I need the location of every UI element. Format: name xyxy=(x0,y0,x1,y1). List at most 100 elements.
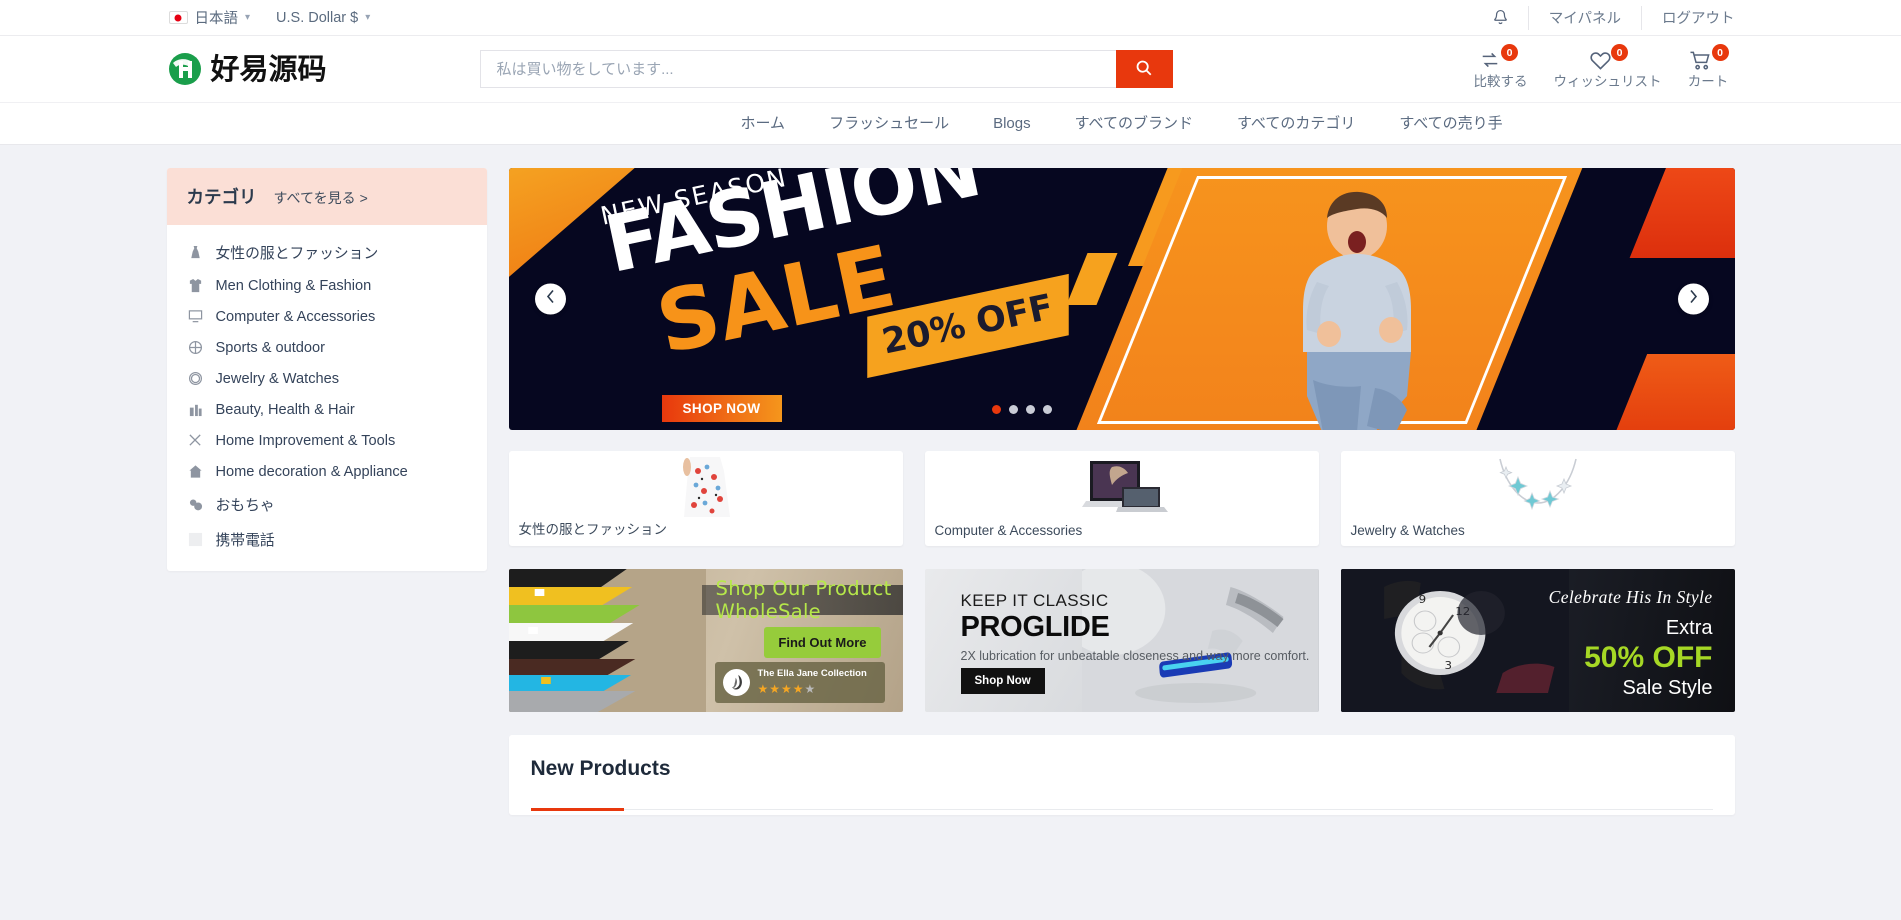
sidebar-item-mens-clothing[interactable]: Men Clothing & Fashion xyxy=(167,270,487,301)
category-card-jewelry[interactable]: Jewelry & Watches xyxy=(1340,451,1735,546)
carousel-next-button[interactable] xyxy=(1677,283,1709,315)
sidebar-item-beauty[interactable]: Beauty, Health & Hair xyxy=(167,394,487,425)
desktop-computer-icon xyxy=(187,308,204,325)
promo-banner-proglide[interactable]: KEEP IT CLASSIC PROGLIDE 2X lubrication … xyxy=(924,569,1319,712)
search-bar xyxy=(479,50,1173,88)
tools-icon xyxy=(187,432,204,449)
featured-category-cards: 女性の服とファッション Computer & Accessories Jewel… xyxy=(508,451,1735,546)
currency-selector[interactable]: U.S. Dollar $ ▾ xyxy=(276,10,370,26)
shopping-cart-icon xyxy=(1688,48,1714,72)
logo-text: 好易源码 xyxy=(210,51,327,86)
razor-photo xyxy=(1059,569,1319,712)
ella-jane-block: The Ella Jane Collection ★★★★★ xyxy=(758,668,877,698)
sidebar-item-label: Home Improvement & Tools xyxy=(215,432,396,449)
language-selector[interactable]: 日本語 ▾ xyxy=(168,7,251,28)
sidebar-item-toys[interactable]: おもちゃ xyxy=(167,487,487,522)
promo-banner-wholesale[interactable]: Shop Our Product WholeSale Find Out More… xyxy=(508,569,903,712)
promo-wholesale-headline-band: Shop Our Product WholeSale xyxy=(701,577,903,623)
ella-jane-logo-icon xyxy=(722,669,750,696)
sidebar-item-home-decoration[interactable]: Home decoration & Appliance xyxy=(167,456,487,487)
cart-button[interactable]: 0 カート xyxy=(1687,44,1729,90)
bell-icon xyxy=(1493,9,1508,26)
search-input[interactable] xyxy=(479,50,1116,88)
brand-logo-icon xyxy=(167,51,203,87)
compare-label: 比較する xyxy=(1473,74,1528,89)
header-action-icons: 0 比較する 0 ウィッシュリスト 0 カート xyxy=(1468,44,1735,90)
category-card-label: Computer & Accessories xyxy=(934,523,1083,538)
chevron-down-icon: ▾ xyxy=(245,12,251,23)
promo-proglide-cta-button[interactable]: Shop Now xyxy=(960,668,1045,694)
stacked-tshirts-photo xyxy=(508,569,706,712)
sidebar-item-label: 女性の服とファッション xyxy=(215,246,379,262)
chevron-right-icon xyxy=(1689,289,1698,309)
nav-item-home[interactable]: ホーム xyxy=(719,103,808,145)
view-all-categories-link[interactable]: すべてを見る > xyxy=(274,188,368,208)
carousel-prev-button[interactable] xyxy=(534,283,566,315)
hero-discount-badge: 20% OFF xyxy=(866,273,1068,379)
logout-link[interactable]: ログアウト xyxy=(1641,5,1755,30)
site-header: 好易源码 私は買い物をしています... 0 比較する 0 ウィッシュリスト 0 … xyxy=(0,36,1901,102)
top-bar: 日本語 ▾ U.S. Dollar $ ▾ マイパネル ログアウト xyxy=(0,0,1901,36)
sidebar-item-jewelry[interactable]: Jewelry & Watches xyxy=(167,363,487,394)
category-sidebar-title: カテゴリ xyxy=(186,187,257,207)
sidebar-item-label: Jewelry & Watches xyxy=(215,370,340,387)
laptop-photo xyxy=(1075,455,1168,517)
carousel-dots xyxy=(991,405,1052,414)
star-necklace-photo xyxy=(1491,455,1584,517)
nav-item-blogs[interactable]: Blogs xyxy=(971,103,1053,145)
wristwatch-photo: 12 9 3 xyxy=(1340,569,1570,712)
carousel-dot-2[interactable] xyxy=(1008,405,1018,414)
cart-count-badge: 0 xyxy=(1711,44,1729,61)
sidebar-item-sports[interactable]: Sports & outdoor xyxy=(167,332,487,363)
wishlist-button[interactable]: 0 ウィッシュリスト xyxy=(1553,44,1662,90)
promo-wholesale-brand-name: The Ella Jane Collection xyxy=(757,667,867,679)
site-logo[interactable]: 好易源码 xyxy=(167,51,327,87)
cosmetics-icon xyxy=(187,401,204,418)
category-card-label: 女性の服とファッション xyxy=(518,522,668,537)
carousel-dot-4[interactable] xyxy=(1042,405,1052,414)
notifications-button[interactable] xyxy=(1473,6,1528,30)
sidebar-item-computer[interactable]: Computer & Accessories xyxy=(167,301,487,332)
compare-button[interactable]: 0 比較する xyxy=(1468,44,1528,90)
new-products-title: New Products xyxy=(530,757,671,780)
nav-item-flash-sale[interactable]: フラッシュセール xyxy=(807,103,971,145)
hero-carousel[interactable]: NEW SEASON FASHION SALE 20% OFF SHOP NOW xyxy=(508,168,1735,430)
sidebar-item-label: Men Clothing & Fashion xyxy=(215,277,372,294)
sidebar-item-label: 携帯電話 xyxy=(215,533,275,549)
shirt-icon xyxy=(187,277,204,294)
watch-icon xyxy=(187,370,204,387)
wishlist-label: ウィッシュリスト xyxy=(1553,74,1662,89)
sidebar-item-label: おもちゃ xyxy=(215,498,275,514)
category-card-womens-fashion[interactable]: 女性の服とファッション xyxy=(508,451,903,546)
category-card-computer[interactable]: Computer & Accessories xyxy=(924,451,1319,546)
promo-wholesale-brand-card: The Ella Jane Collection ★★★★★ xyxy=(714,662,885,703)
carousel-dot-3[interactable] xyxy=(1025,405,1035,414)
nav-item-all-sellers[interactable]: すべての売り手 xyxy=(1377,103,1524,145)
carousel-dot-1[interactable] xyxy=(991,405,1001,414)
nav-item-all-categories[interactable]: すべてのカテゴリ xyxy=(1215,103,1377,145)
nav-item-all-brands[interactable]: すべてのブランド xyxy=(1053,103,1215,145)
sidebar-item-womens-clothing[interactable]: 女性の服とファッション xyxy=(167,235,487,270)
cart-label: カート xyxy=(1687,74,1729,89)
heart-icon xyxy=(1587,48,1613,72)
category-sidebar-header: カテゴリ すべてを見る > xyxy=(166,168,487,225)
promo-wholesale-headline: Shop Our Product WholeSale xyxy=(715,577,892,623)
promo-proglide-title: PROGLIDE xyxy=(960,611,1110,643)
sports-icon xyxy=(187,339,204,356)
sidebar-item-home-improvement[interactable]: Home Improvement & Tools xyxy=(167,425,487,456)
svg-text:9: 9 xyxy=(1418,592,1426,605)
compare-count-badge: 0 xyxy=(1501,44,1518,61)
toys-icon xyxy=(187,496,204,513)
category-sidebar: カテゴリ すべてを見る > 女性の服とファッション Men Clothing &… xyxy=(166,168,487,571)
search-button[interactable] xyxy=(1115,50,1173,88)
promo-watch-discount: 50% OFF xyxy=(1584,641,1713,674)
hero-shop-now-button[interactable]: SHOP NOW xyxy=(661,395,782,422)
promo-wholesale-cta-button[interactable]: Find Out More xyxy=(764,627,881,658)
promo-watch-script: Celebrate His In Style xyxy=(1548,587,1713,607)
promo-watch-style: Sale Style xyxy=(1622,677,1713,699)
promo-banner-watch[interactable]: 12 9 3 Celebrate His In Style Extra 50% … xyxy=(1340,569,1735,712)
sidebar-item-mobile-phone[interactable]: 携帯電話 xyxy=(167,522,487,557)
sidebar-item-label: Sports & outdoor xyxy=(215,339,326,356)
section-underline xyxy=(530,808,1713,811)
my-panel-link[interactable]: マイパネル xyxy=(1527,5,1641,30)
